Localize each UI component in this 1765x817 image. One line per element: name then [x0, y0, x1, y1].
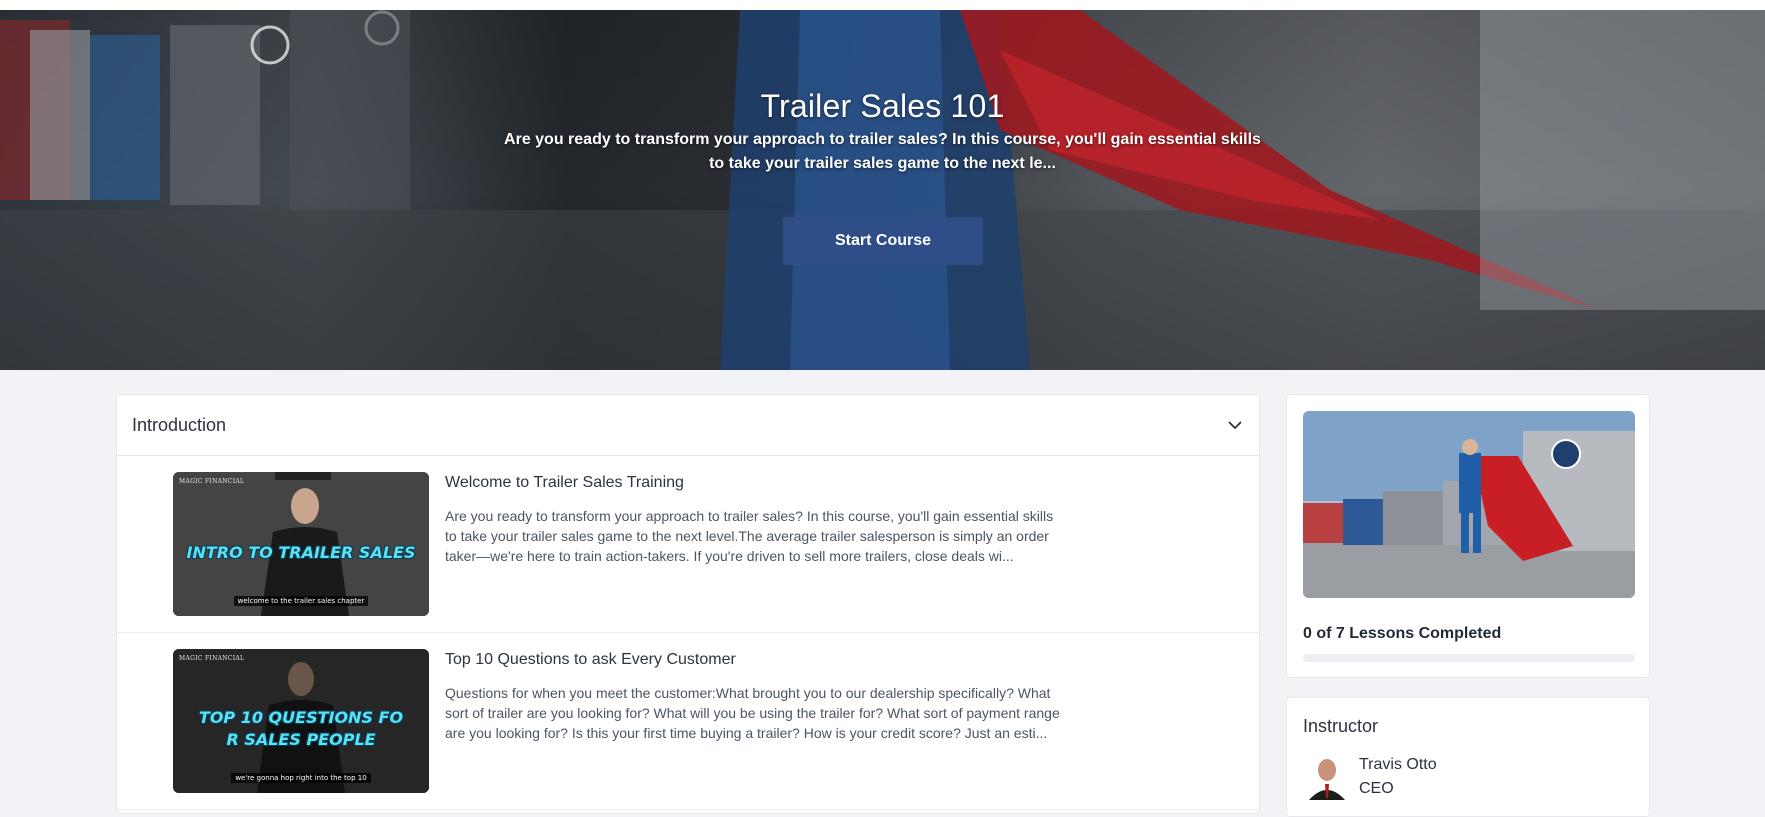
lesson-thumbnail[interactable]: MAGIC FINANCIAL TOP 10 QUESTIONS FO R SA… — [173, 649, 429, 793]
top-bar — [0, 0, 1765, 10]
progress-label: 0 of 7 Lessons Completed — [1303, 625, 1502, 642]
section-header-introduction[interactable]: Introduction — [117, 395, 1259, 456]
thumbnail-brand: MAGIC FINANCIAL — [179, 478, 245, 485]
progress-bar — [1303, 654, 1635, 662]
instructor-name[interactable]: Travis Otto — [1359, 756, 1437, 774]
course-progress-card: 0 of 7 Lessons Completed — [1286, 394, 1650, 678]
thumbnail-caption: we're gonna hop right into the top 10 — [173, 767, 429, 785]
lesson-description: Are you ready to transform your approach… — [445, 508, 1054, 564]
thumbnail-caption: welcome to the trailer sales chapter — [173, 590, 429, 608]
thumbnail-title: INTRO TO TRAILER SALES — [186, 543, 416, 562]
course-hero: Trailer Sales 101 Are you ready to trans… — [0, 10, 1765, 370]
lesson-item[interactable]: MAGIC FINANCIAL INTRO TO TRAILER SALES w… — [117, 456, 1259, 633]
instructor-card: Instructor Travis Otto CEO — [1286, 697, 1650, 817]
instructor-heading: Instructor — [1303, 716, 1379, 736]
course-subtitle: Are you ready to transform your approach… — [504, 131, 1261, 172]
lesson-item[interactable]: MAGIC FINANCIAL TOP 10 QUESTIONS FO R SA… — [117, 633, 1259, 810]
lesson-title[interactable]: Welcome to Trailer Sales Training — [445, 474, 684, 492]
section-title: Introduction — [132, 414, 227, 435]
lesson-thumbnail[interactable]: MAGIC FINANCIAL INTRO TO TRAILER SALES w… — [173, 472, 429, 616]
lesson-title[interactable]: Top 10 Questions to ask Every Customer — [445, 651, 736, 669]
thumbnail-brand: MAGIC FINANCIAL — [179, 655, 245, 662]
instructor-avatar — [1303, 754, 1349, 800]
course-title: Trailer Sales 101 — [760, 88, 1005, 124]
lesson-description: Questions for when you meet the customer… — [445, 685, 1060, 741]
instructor-role: CEO — [1359, 780, 1394, 797]
course-cover-image — [1303, 411, 1635, 598]
thumbnail-title: TOP 10 QUESTIONS FO R SALES PEOPLE — [198, 708, 404, 749]
chevron-down-icon[interactable] — [1227, 417, 1243, 433]
lessons-panel: Introduction MAGIC FINANCIAL INTRO TO TR… — [116, 394, 1260, 814]
start-course-button[interactable]: Start Course — [783, 217, 983, 265]
